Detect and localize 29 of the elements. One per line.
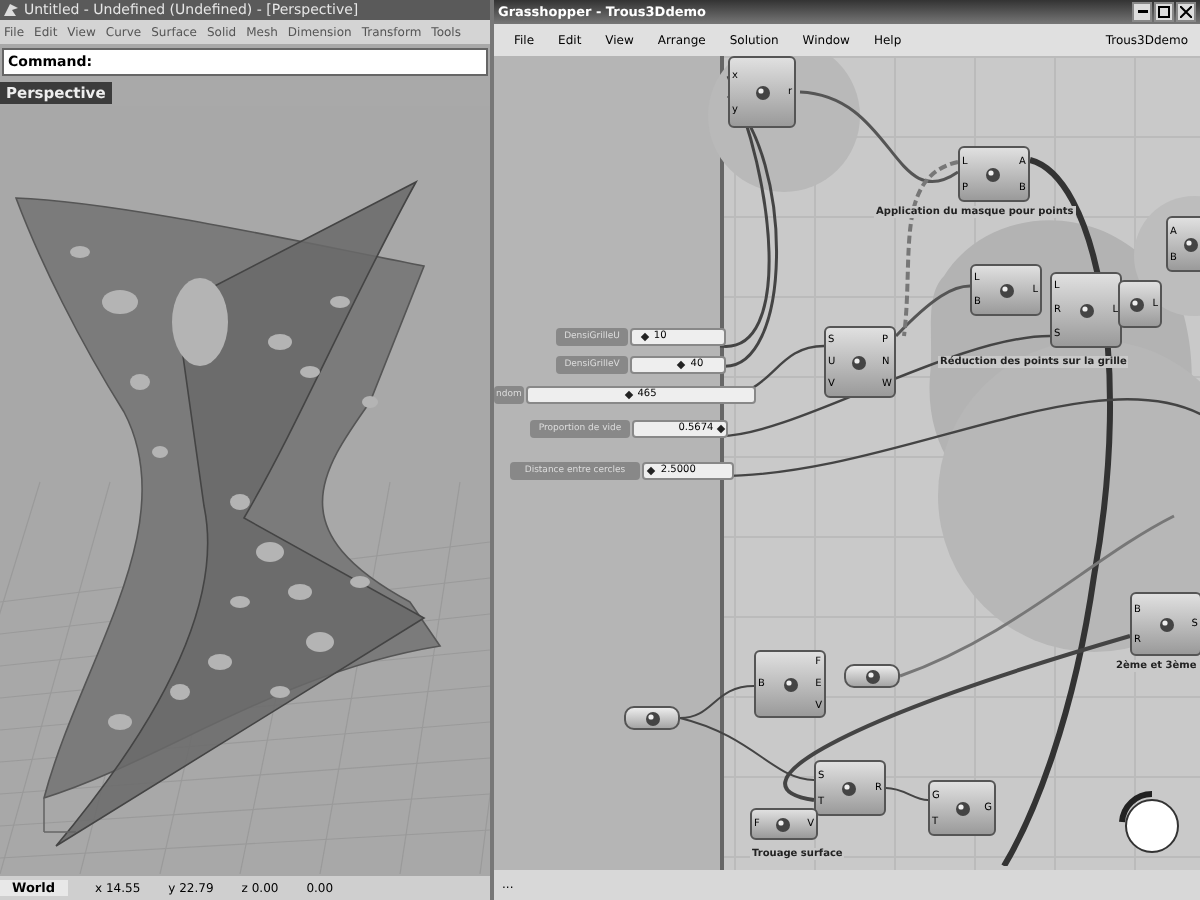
close-icon (1180, 6, 1192, 18)
maximize-button[interactable] (1154, 2, 1174, 22)
maximize-icon (1158, 6, 1170, 18)
component-icon (1157, 615, 1176, 633)
component-icon (781, 675, 799, 693)
component-icon (774, 815, 793, 833)
component-node[interactable] (624, 706, 680, 730)
component-icon (849, 353, 868, 371)
slider-grip[interactable] (624, 390, 633, 400)
component-icon (984, 165, 1003, 183)
component-icon (753, 83, 772, 101)
component-node[interactable] (844, 664, 900, 688)
component-icon (997, 281, 1016, 299)
slider-grip[interactable] (640, 332, 649, 342)
minimize-button[interactable] (1132, 2, 1152, 22)
component-icon (1128, 295, 1147, 313)
slider-grip[interactable] (647, 466, 656, 476)
component-icon (863, 667, 881, 685)
minimize-icon (1137, 10, 1147, 14)
navigation-wheel-icon[interactable] (1116, 790, 1184, 858)
slider-grip[interactable] (677, 360, 686, 370)
slider-grip[interactable] (716, 424, 725, 434)
component-icon (1182, 235, 1200, 253)
component-icon (643, 709, 661, 727)
axis-icon (43, 797, 77, 833)
component-icon (840, 779, 859, 797)
close-button[interactable] (1176, 2, 1196, 22)
component-icon (953, 799, 971, 817)
component-icon (1077, 301, 1096, 319)
